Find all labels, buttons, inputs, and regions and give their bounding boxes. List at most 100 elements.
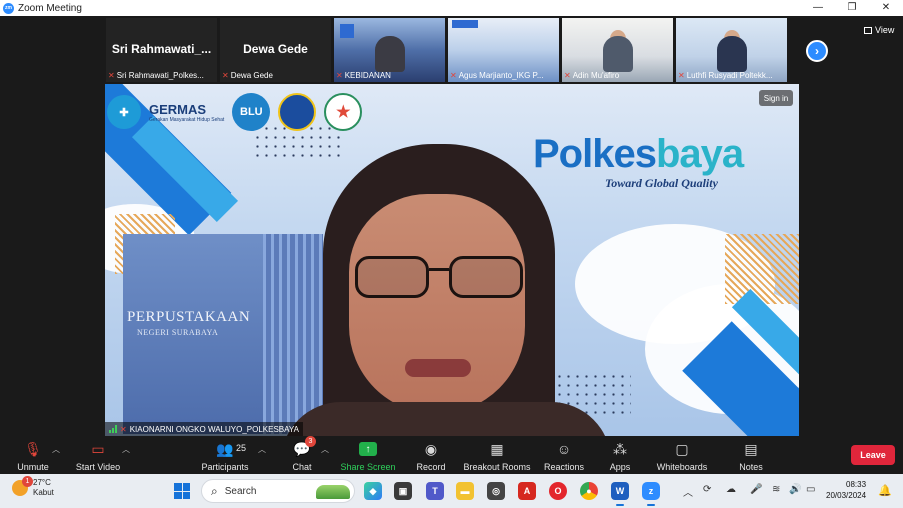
sign-in-button[interactable]: Sign in (759, 90, 793, 106)
volume-icon[interactable]: 🔊 (789, 484, 801, 495)
brand-tagline: Toward Global Quality (605, 176, 718, 190)
window-title: Zoom Meeting (18, 2, 82, 14)
taskbar-search[interactable]: ⌕ Search (201, 479, 355, 503)
participant-tile[interactable]: ✕ KEBIDANAN (334, 18, 445, 82)
maximize-button[interactable]: ❐ (835, 0, 869, 16)
background-logo-row: ✚ GERMAS Gerakan Masyarakat Hidup Sehat … (107, 92, 363, 132)
window-titlebar: zm Zoom Meeting — ❐ ✕ (0, 0, 903, 16)
start-video-button[interactable]: ▭ Start Video (74, 439, 122, 473)
task-view-icon[interactable]: ▣ (394, 482, 412, 500)
video-options-chevron-icon[interactable]: ︿ (122, 444, 130, 455)
weather-sun-icon: 1 (12, 476, 33, 496)
whiteboard-icon: ▢ (675, 440, 689, 457)
clock-time: 08:33 (846, 480, 867, 489)
participant-tile[interactable]: Sri Rahmawati_... ✕ Sri Rahmawati_Polkes.… (106, 18, 217, 82)
participant-caption-text: Luthfi Rusyadi Poltekk... (686, 71, 773, 80)
copilot-icon[interactable]: ◆ (364, 482, 382, 500)
notification-bell-icon[interactable]: 🔔 (878, 484, 892, 497)
breakout-rooms-button[interactable]: ▦ Breakout Rooms (462, 439, 532, 473)
sync-icon[interactable]: ⟳ (703, 484, 711, 495)
chat-unread-badge: 3 (305, 436, 316, 447)
taskbar-clock[interactable]: 08:33 20/03/2024 (826, 479, 866, 501)
record-button[interactable]: ◉ Record (414, 439, 448, 473)
share-screen-button[interactable]: ↑ Share Screen (340, 439, 396, 473)
speaker-name-label: ✕ KIAONARNI ONGKO WALUYO_POLKESBAYA (105, 422, 303, 436)
participant-tile[interactable]: Dewa Gede ✕ Dewa Gede (220, 18, 331, 82)
participant-caption-text: Sri Rahmawati_Polkes... (116, 71, 204, 80)
meeting-toolbar: 🎙 Unmute ︿ ▭ Start Video ︿ 👥 Participant… (0, 436, 903, 474)
notes-label: Notes (739, 462, 763, 472)
participant-video-silhouette (716, 36, 747, 72)
building-sign: PERPUSTAKAAN (127, 309, 251, 325)
cloud-icon[interactable]: ☁ (726, 484, 736, 495)
opera-icon[interactable]: O (549, 482, 567, 500)
wifi-icon[interactable]: ≋ (772, 484, 780, 495)
brand-main-text: Polkes (533, 132, 657, 176)
participant-display-name: Sri Rahmawati_... (111, 42, 212, 56)
weather-widget[interactable]: 1 27°C Kabut (12, 476, 54, 498)
speaker-mouth (405, 359, 471, 377)
participant-caption: ✕ Adin Mu'afiro (564, 71, 671, 80)
word-icon[interactable]: W (611, 482, 629, 506)
reactions-button[interactable]: ☺ Reactions (542, 439, 586, 473)
poltekkes-logo-icon (278, 93, 317, 131)
active-speaker-video[interactable]: PERPUSTAKAAN NEGERI SURABAYA ✚ GERMAS Ge… (105, 84, 799, 436)
background-hatch (725, 234, 799, 304)
battery-icon[interactable]: ▭ (806, 484, 815, 495)
share-screen-label: Share Screen (340, 462, 396, 472)
building-subsign: NEGERI SURABAYA (137, 328, 219, 337)
file-explorer-icon[interactable]: ▬ (456, 482, 474, 500)
weather-text: 27°C Kabut (33, 478, 54, 498)
leave-button[interactable]: Leave (851, 445, 895, 465)
search-icon: ⌕ (211, 483, 218, 498)
audio-options-chevron-icon[interactable]: ︿ (52, 444, 60, 455)
reactions-icon: ☺ (556, 441, 572, 457)
mic-muted-icon: ✕ (678, 71, 685, 80)
zoom-taskbar-icon[interactable]: z (642, 482, 660, 506)
participant-display-name: Dewa Gede (243, 42, 308, 56)
close-button[interactable]: ✕ (869, 0, 903, 16)
building-windows (263, 234, 323, 434)
whiteboards-button[interactable]: ▢ Whiteboards (654, 439, 710, 473)
unmute-label: Unmute (17, 462, 49, 472)
notes-button[interactable]: ▤ Notes (736, 439, 766, 473)
acrobat-icon[interactable]: A (518, 482, 536, 500)
next-page-button[interactable]: › (806, 40, 828, 62)
video-off-icon: ▭ (91, 440, 105, 457)
view-button[interactable]: View (864, 25, 894, 35)
clock-date: 20/03/2024 (826, 491, 867, 500)
participant-strip: Sri Rahmawati_... ✕ Sri Rahmawati_Polkes.… (106, 18, 787, 82)
zoom-logo-icon: zm (3, 2, 14, 14)
minimize-button[interactable]: — (801, 0, 835, 16)
kemenkes-logo-icon: ✚ (107, 95, 141, 129)
participants-icon: 👥 (216, 440, 234, 457)
participant-tile[interactable]: ✕ Agus Marjianto_IKG P... (448, 18, 559, 82)
polkesbaya-brand: Polkesbaya (533, 132, 744, 177)
participant-caption-text: KEBIDANAN (344, 71, 391, 80)
camera-icon[interactable]: ◎ (487, 482, 505, 500)
microphone-tray-icon[interactable]: 🎤 (750, 484, 762, 495)
participant-tile[interactable]: ✕ Adin Mu'afiro (562, 18, 673, 82)
participant-caption: ✕ Dewa Gede (222, 71, 329, 80)
teams-icon[interactable]: T (426, 482, 444, 500)
participant-tile[interactable]: ✕ Luthfi Rusyadi Poltekk... (676, 18, 787, 82)
participant-caption-text: Dewa Gede (230, 71, 273, 80)
chrome-icon[interactable]: ● (580, 482, 598, 500)
tray-overflow-chevron-icon[interactable]: ︿ (683, 484, 693, 499)
participant-caption-text: Adin Mu'afiro (572, 71, 620, 80)
germas-logo-subtext: Gerakan Masyarakat Hidup Sehat (149, 116, 225, 123)
participant-video-silhouette (374, 36, 405, 72)
breakout-rooms-label: Breakout Rooms (463, 462, 531, 472)
star-logo-icon: ★ (324, 93, 363, 131)
view-button-label: View (875, 25, 895, 35)
germas-logo-text: GERMAS (149, 101, 207, 117)
glasses-lens (449, 256, 523, 298)
record-icon: ◉ (424, 440, 438, 457)
glasses-bridge (429, 268, 449, 271)
participants-options-chevron-icon[interactable]: ︿ (258, 444, 266, 455)
chat-options-chevron-icon[interactable]: ︿ (321, 444, 329, 455)
unmute-button[interactable]: 🎙 Unmute (14, 439, 52, 473)
windows-start-icon[interactable] (174, 483, 190, 499)
apps-button[interactable]: ⁂ Apps (606, 439, 634, 473)
video-decor (452, 20, 478, 28)
